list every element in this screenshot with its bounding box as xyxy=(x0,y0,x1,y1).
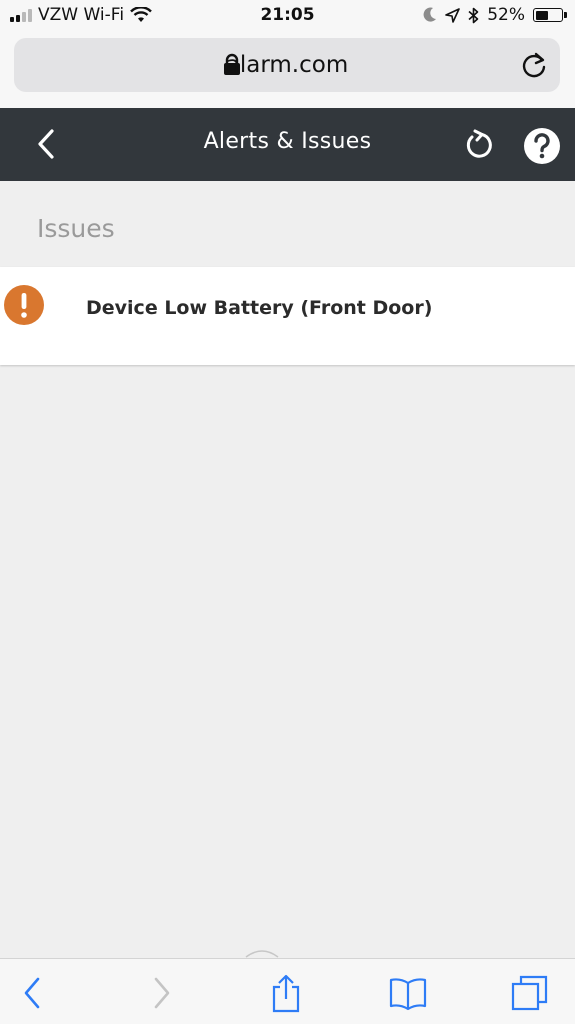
share-icon[interactable] xyxy=(266,973,306,1013)
tabs-icon[interactable] xyxy=(510,973,550,1013)
url-text: alarm.com xyxy=(225,52,349,78)
chevron-up-icon xyxy=(245,950,279,958)
help-icon[interactable] xyxy=(523,127,561,165)
location-icon xyxy=(445,7,461,23)
reload-icon[interactable] xyxy=(520,51,548,79)
status-right: 52% xyxy=(423,5,567,25)
page: VZW Wi-Fi 21:05 52% alarm.com Alerts & I… xyxy=(0,0,575,1024)
battery-icon xyxy=(533,8,567,22)
battery-percent: 52% xyxy=(487,5,525,25)
warning-icon xyxy=(4,285,44,325)
battery-level xyxy=(535,10,548,20)
forward-icon[interactable] xyxy=(140,973,180,1013)
browser-toolbar xyxy=(0,958,575,1024)
bluetooth-icon xyxy=(468,7,479,23)
browser-bar: alarm.com xyxy=(0,32,575,108)
issue-label: Device Low Battery (Front Door) xyxy=(86,297,433,319)
back-icon[interactable] xyxy=(14,973,54,1013)
url-field[interactable]: alarm.com xyxy=(14,38,560,92)
status-bar: VZW Wi-Fi 21:05 52% xyxy=(0,0,575,32)
bookmarks-icon[interactable] xyxy=(388,973,428,1013)
section-title-issues: Issues xyxy=(37,214,115,243)
issue-item[interactable]: Device Low Battery (Front Door) xyxy=(0,267,575,365)
app-header: Alerts & Issues xyxy=(0,108,575,181)
refresh-icon[interactable] xyxy=(462,128,496,162)
moon-icon xyxy=(423,7,437,22)
